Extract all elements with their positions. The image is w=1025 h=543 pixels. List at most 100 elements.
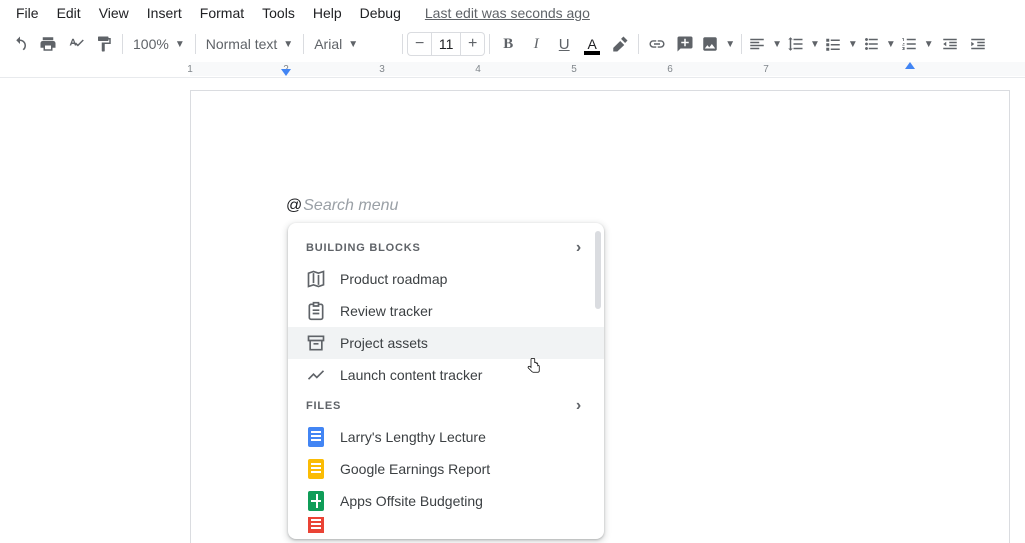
item-label: Product roadmap [340, 271, 447, 287]
chevron-right-icon: › [576, 397, 582, 415]
clipboard-icon [306, 301, 326, 321]
separator [489, 34, 490, 54]
item-file-3[interactable]: Apps Offsite Budgeting [288, 485, 604, 517]
line-spacing-dropdown[interactable]: ▼ [784, 30, 822, 58]
ruler-number: 7 [763, 64, 769, 75]
font-size-control: − 11 + [407, 32, 485, 56]
bulleted-list-dropdown[interactable]: ▼ [860, 30, 898, 58]
caret-down-icon: ▼ [810, 39, 820, 50]
indent-decrease-button[interactable] [936, 30, 964, 58]
caret-down-icon: ▼ [283, 39, 293, 50]
caret-down-icon: ▼ [725, 39, 735, 50]
section-header-files[interactable]: FILES › [288, 391, 604, 421]
caret-down-icon: ▼ [772, 39, 782, 50]
menu-view[interactable]: View [91, 1, 137, 25]
numbered-list-dropdown[interactable]: ▼ [898, 30, 936, 58]
font-value: Arial [314, 36, 342, 52]
font-size-decrease-button[interactable]: − [407, 32, 431, 56]
menu-file[interactable]: File [8, 1, 47, 25]
highlight-button[interactable] [606, 30, 634, 58]
menu-edit[interactable]: Edit [49, 1, 89, 25]
menu-bar: File Edit View Insert Format Tools Help … [0, 0, 1025, 26]
caret-down-icon: ▼ [924, 39, 934, 50]
ruler-number: 1 [187, 64, 193, 75]
paint-format-button[interactable] [90, 30, 118, 58]
scrollbar[interactable] [595, 231, 601, 309]
separator [122, 34, 123, 54]
right-indent-marker-icon[interactable] [905, 62, 915, 69]
archive-icon [306, 333, 326, 353]
paragraph-style-dropdown[interactable]: Normal text ▼ [200, 30, 299, 58]
text-color-button[interactable]: A [578, 30, 606, 58]
separator [402, 34, 403, 54]
align-dropdown[interactable]: ▼ [746, 30, 784, 58]
separator [303, 34, 304, 54]
section-building-blocks: BUILDING BLOCKS › Product roadmap Review… [288, 233, 604, 391]
separator [195, 34, 196, 54]
print-button[interactable] [34, 30, 62, 58]
section-header-building-blocks[interactable]: BUILDING BLOCKS › [288, 233, 604, 263]
item-project-assets[interactable]: Project assets [288, 327, 604, 359]
slides-icon [308, 459, 324, 479]
menu-insert[interactable]: Insert [139, 1, 190, 25]
item-label: Launch content tracker [340, 367, 482, 383]
font-dropdown[interactable]: Arial ▼ [308, 30, 398, 58]
spellcheck-button[interactable] [62, 30, 90, 58]
paragraph-style-value: Normal text [206, 36, 278, 52]
underline-button[interactable]: U [550, 30, 578, 58]
item-label: Project assets [340, 335, 428, 351]
italic-button[interactable]: I [522, 30, 550, 58]
font-size-input[interactable]: 11 [431, 32, 461, 56]
section-title: FILES [306, 400, 341, 412]
toolbar: 100% ▼ Normal text ▼ Arial ▼ − 11 + B I U A… [0, 26, 1025, 62]
menu-format[interactable]: Format [192, 1, 252, 25]
docs-icon [308, 427, 324, 447]
item-label: Apps Offsite Budgeting [340, 493, 483, 509]
item-file-1[interactable]: Larry's Lengthy Lecture [288, 421, 604, 453]
map-icon [306, 269, 326, 289]
insert-image-dropdown[interactable]: ▼ [699, 30, 737, 58]
ruler-number: 3 [379, 64, 385, 75]
section-title: BUILDING BLOCKS [306, 242, 421, 254]
ruler-number: 6 [667, 64, 673, 75]
ruler-number: 4 [475, 64, 481, 75]
item-review-tracker[interactable]: Review tracker [288, 295, 604, 327]
at-symbol: @ [286, 197, 302, 215]
zoom-dropdown[interactable]: 100% ▼ [127, 30, 191, 58]
item-launch-content-tracker[interactable]: Launch content tracker [288, 359, 604, 391]
item-label: Google Earnings Report [340, 461, 490, 477]
caret-down-icon: ▼ [175, 39, 185, 50]
ruler-number: 5 [571, 64, 577, 75]
indent-increase-button[interactable] [964, 30, 992, 58]
undo-button[interactable] [6, 30, 34, 58]
item-label: Larry's Lengthy Lecture [340, 429, 486, 445]
menu-tools[interactable]: Tools [254, 1, 303, 25]
checklist-dropdown[interactable]: ▼ [822, 30, 860, 58]
chevron-right-icon: › [576, 239, 582, 257]
insert-link-button[interactable] [643, 30, 671, 58]
menu-debug[interactable]: Debug [352, 1, 409, 25]
at-mention[interactable]: @ Search menu [286, 197, 398, 215]
menu-help[interactable]: Help [305, 1, 350, 25]
zoom-value: 100% [133, 36, 169, 52]
section-files: FILES › Larry's Lengthy Lecture Google E… [288, 391, 604, 533]
item-file-2[interactable]: Google Earnings Report [288, 453, 604, 485]
last-edit-link[interactable]: Last edit was seconds ago [425, 5, 590, 21]
item-file-4[interactable] [288, 517, 604, 533]
ruler[interactable]: 1 2 3 4 5 6 7 [190, 62, 1025, 76]
sheets-icon [308, 491, 324, 511]
separator [741, 34, 742, 54]
smart-chip-menu: BUILDING BLOCKS › Product roadmap Review… [288, 223, 604, 539]
insert-comment-button[interactable] [671, 30, 699, 58]
caret-down-icon: ▼ [886, 39, 896, 50]
file-icon [308, 517, 324, 533]
separator [638, 34, 639, 54]
font-size-increase-button[interactable]: + [461, 32, 485, 56]
caret-down-icon: ▼ [848, 39, 858, 50]
left-indent-marker-icon[interactable] [281, 69, 291, 76]
caret-down-icon: ▼ [348, 39, 358, 50]
bold-button[interactable]: B [494, 30, 522, 58]
trend-icon [306, 365, 326, 385]
item-label: Review tracker [340, 303, 433, 319]
item-product-roadmap[interactable]: Product roadmap [288, 263, 604, 295]
